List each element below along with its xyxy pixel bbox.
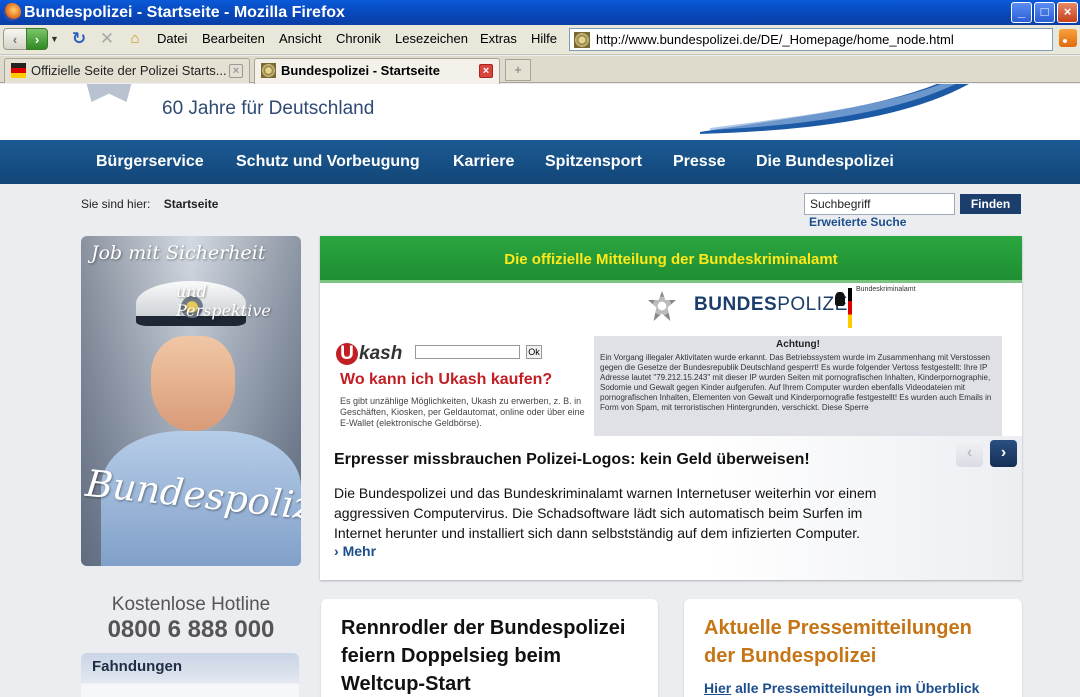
history-dropdown-icon[interactable]: ▼ <box>50 28 60 50</box>
hotline-number: 0800 6 888 000 <box>107 616 275 643</box>
header-slogan: 60 Jahre für Deutschland <box>162 98 375 119</box>
main-navigation: Bürgerservice Schutz und Vorbeugung Karr… <box>0 140 1080 184</box>
menu-hilfe[interactable]: Hilfe <box>531 28 557 50</box>
bka-label: Bundeskriminalamt <box>856 286 916 293</box>
url-bar[interactable]: http://www.bundespolizei.de/DE/_Homepage… <box>569 28 1053 51</box>
forward-button[interactable]: › <box>26 28 48 50</box>
window-title-bar: Bundespolizei - Startseite - Mozilla Fir… <box>0 0 1080 25</box>
back-button[interactable]: ‹ <box>3 28 27 50</box>
wordmark-bold: BUNDES <box>694 294 778 315</box>
window-controls: _ □ × <box>1011 2 1078 23</box>
header-swoosh <box>700 84 969 134</box>
menu-lesezeichen[interactable]: Lesezeichen <box>395 28 468 50</box>
tab-close-icon[interactable]: × <box>229 64 243 78</box>
green-banner-text: Die offizielle Mitteilung der Bundeskrim… <box>504 251 838 268</box>
fahndungen-box: Fahndungen <box>81 653 299 697</box>
green-banner: Die offizielle Mitteilung der Bundeskrim… <box>320 236 1022 283</box>
breadcrumb-current: Startseite <box>163 197 219 211</box>
more-label: Mehr <box>342 543 377 559</box>
firefox-icon <box>3 3 21 21</box>
search-button[interactable]: Finden <box>960 194 1021 214</box>
chevron-right-icon: › <box>1000 444 1007 461</box>
tab-bar: Offizielle Seite der Polizei Starts... ×… <box>0 56 1080 84</box>
ukash-logo-letter: U <box>336 343 358 365</box>
teaser-headline[interactable]: Erpresser missbrauchen Polizei-Logos: ke… <box>334 451 810 469</box>
chevron-left-icon: ‹ <box>966 444 973 461</box>
career-promo-image[interactable]: Job mit Sicherheit und Perspektive Bunde… <box>81 236 301 566</box>
warning-title: Achtung! <box>776 339 820 350</box>
teaser-more-link[interactable]: › Mehr <box>334 543 376 559</box>
ukash-logo-text: kash <box>359 343 403 364</box>
menu-bearbeiten[interactable]: Bearbeiten <box>202 28 265 50</box>
press-card-title: Aktuelle Pressemitteilungen der Bundespo… <box>704 617 972 667</box>
url-text: http://www.bundespolizei.de/DE/_Homepage… <box>596 32 954 47</box>
bundespolizei-wordmark: BUNDESPOLIZEI <box>694 294 854 316</box>
tab-label: Offizielle Seite der Polizei Starts... <box>31 63 227 78</box>
press-card: Aktuelle Pressemitteilungen der Bundespo… <box>684 599 1022 697</box>
rss-feed-icon[interactable] <box>1059 29 1077 47</box>
tab-bundespolizei-startseite[interactable]: Bundespolizei - Startseite × <box>254 58 500 84</box>
stop-icon[interactable]: ✕ <box>96 28 118 50</box>
browser-toolbar: ‹ › ▼ ↻ ✕ ⌂ Datei Bearbeiten Ansicht Chr… <box>0 25 1080 55</box>
german-flag-stripe <box>848 288 852 328</box>
warning-text: Ein Vorgang illegaler Aktivitaten wurde … <box>600 353 992 412</box>
window-title: Bundespolizei - Startseite - Mozilla Fir… <box>24 4 345 21</box>
hotline-label: Kostenlose Hotline <box>111 594 271 615</box>
news-card: Rennrodler der Bundespolizei feiern Dopp… <box>321 599 658 697</box>
breadcrumb-label: Sie sind hier: <box>81 197 151 211</box>
nav-presse[interactable]: Presse <box>673 140 726 184</box>
press-link-word[interactable]: Hier <box>704 680 731 696</box>
slider-next-button[interactable]: › <box>990 440 1017 467</box>
site-header: 60 Jahre für Deutschland <box>0 84 1080 140</box>
home-icon[interactable]: ⌂ <box>124 28 146 50</box>
minimize-icon[interactable]: _ <box>1011 2 1032 23</box>
ukash-logo: Ukash <box>336 343 402 365</box>
search-input[interactable] <box>804 193 955 215</box>
menu-extras[interactable]: Extras <box>480 28 517 50</box>
ukash-description: Es gibt unzählige Möglichkeiten, Ukash z… <box>340 396 585 428</box>
site-favicon-icon <box>574 32 590 48</box>
nav-buergerservice[interactable]: Bürgerservice <box>96 140 204 184</box>
menu-chronik[interactable]: Chronik <box>336 28 381 50</box>
new-tab-button[interactable]: + <box>505 59 531 81</box>
press-link-rest: alle Pressemitteilungen im Überblick <box>731 680 980 696</box>
promo-line-1: Job mit Sicherheit <box>91 242 266 264</box>
chevron-right-icon: › <box>334 543 339 559</box>
tab-polizei-starts[interactable]: Offizielle Seite der Polizei Starts... × <box>4 58 250 83</box>
teaser-image[interactable]: Die offizielle Mitteilung der Bundeskrim… <box>320 236 1022 436</box>
nav-karriere[interactable]: Karriere <box>453 140 514 184</box>
bundespolizei-star-icon <box>648 291 676 321</box>
eagle-icon <box>835 292 845 306</box>
close-icon[interactable]: × <box>1057 2 1078 23</box>
nav-schutz-und-vorbeugung[interactable]: Schutz und Vorbeugung <box>236 140 420 184</box>
slider-prev-button[interactable]: ‹ <box>956 440 983 467</box>
news-card-title[interactable]: Rennrodler der Bundespolizei feiern Dopp… <box>341 614 641 697</box>
menu-datei[interactable]: Datei <box>157 28 187 50</box>
police-star-logo-icon <box>84 84 134 102</box>
tab-close-icon[interactable]: × <box>479 64 493 78</box>
promo-line-2: und Perspektive <box>176 282 271 320</box>
news-teaser-slider: Die offizielle Mitteilung der Bundeskrim… <box>320 236 1022 580</box>
maximize-icon[interactable]: □ <box>1034 2 1055 23</box>
press-overview-link[interactable]: Hier alle Pressemitteilungen im Überblic… <box>704 680 979 696</box>
german-flag-icon <box>11 63 26 78</box>
menu-ansicht[interactable]: Ansicht <box>279 28 322 50</box>
nav-spitzensport[interactable]: Spitzensport <box>545 140 642 184</box>
bundespolizei-favicon-icon <box>261 63 276 78</box>
page-content: 60 Jahre für Deutschland Bürgerservice S… <box>0 84 1080 697</box>
promo-face <box>151 336 235 431</box>
hotline-box: Kostenlose Hotline 0800 6 888 000 <box>81 594 301 644</box>
nav-die-bundespolizei[interactable]: Die Bundespolizei <box>756 140 894 184</box>
ukash-question: Wo kann ich Ukash kaufen? <box>340 371 553 388</box>
ransomware-warning-box: Achtung! Ein Vorgang illegaler Aktivitat… <box>594 336 1002 436</box>
advanced-search-link[interactable]: Erweiterte Suche <box>809 215 906 229</box>
tab-label: Bundespolizei - Startseite <box>281 63 440 78</box>
breadcrumb: Sie sind hier: Startseite <box>81 197 218 211</box>
ukash-input <box>415 345 520 359</box>
ukash-ok-button: Ok <box>526 345 542 359</box>
reload-icon[interactable]: ↻ <box>68 28 90 50</box>
teaser-body: Die Bundespolizei und das Bundeskriminal… <box>334 485 877 541</box>
fahndungen-title[interactable]: Fahndungen <box>92 658 182 675</box>
